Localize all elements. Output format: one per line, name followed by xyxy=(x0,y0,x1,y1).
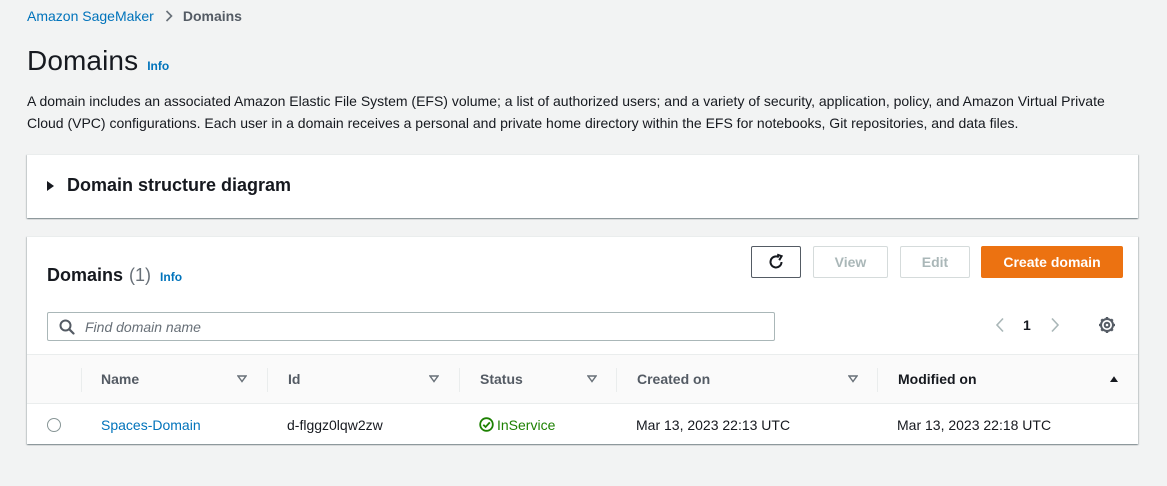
refresh-button[interactable] xyxy=(751,246,801,278)
domain-name-link[interactable]: Spaces-Domain xyxy=(101,404,201,445)
edit-button[interactable]: Edit xyxy=(900,246,970,278)
page-info-link[interactable]: Info xyxy=(147,59,169,73)
column-header-modified-on[interactable]: Modified on xyxy=(898,355,1123,403)
column-divider xyxy=(877,368,878,392)
domains-panel-header: Domains (1) Info xyxy=(47,265,182,286)
page-title: Domains xyxy=(27,45,139,76)
column-divider xyxy=(459,368,460,392)
column-header-label: Modified on xyxy=(898,371,977,387)
sort-caret-down-icon xyxy=(237,375,247,383)
domain-structure-diagram-panel: Domain structure diagram xyxy=(27,154,1138,218)
column-header-created-on[interactable]: Created on xyxy=(637,355,862,403)
column-header-label: Name xyxy=(101,371,140,387)
caret-right-icon xyxy=(47,180,54,191)
page-number-current[interactable]: 1 xyxy=(1023,317,1031,333)
column-divider xyxy=(616,368,617,392)
column-divider xyxy=(267,368,268,392)
gear-icon[interactable] xyxy=(1098,316,1116,334)
pagination: 1 xyxy=(995,317,1060,333)
domain-created-on: Mar 13, 2023 22:13 UTC xyxy=(636,416,791,433)
chevron-left-icon[interactable] xyxy=(995,317,1005,333)
success-check-icon xyxy=(479,417,494,432)
column-header-label: Status xyxy=(480,371,523,387)
sort-caret-up-icon xyxy=(1109,375,1119,383)
domains-info-link[interactable]: Info xyxy=(160,270,182,284)
page-description: A domain includes an associated Amazon E… xyxy=(27,93,1105,131)
column-header-status[interactable]: Status xyxy=(480,355,616,403)
domain-id: d-flggz0lqw2zw xyxy=(287,416,383,433)
domain-modified-on: Mar 13, 2023 22:18 UTC xyxy=(897,416,1052,433)
sort-caret-down-icon xyxy=(587,375,597,383)
status-badge: InService xyxy=(479,417,555,433)
diagram-expand-toggle[interactable]: Domain structure diagram xyxy=(47,175,291,196)
domains-count: (1) xyxy=(129,265,152,285)
sort-caret-down-icon xyxy=(429,375,439,383)
view-button[interactable]: View xyxy=(813,246,888,278)
refresh-icon xyxy=(767,253,785,271)
table-header: Name Id Status Created on Modified on xyxy=(27,354,1138,404)
row-select-cell xyxy=(47,404,61,445)
chevron-right-icon xyxy=(165,10,173,22)
table-row[interactable]: Spaces-Domain d-flggz0lqw2zw InService M… xyxy=(27,404,1138,445)
page-header: Domains Info xyxy=(27,45,169,77)
column-header-label: Id xyxy=(288,371,301,387)
sort-caret-down-icon xyxy=(848,375,858,383)
column-header-name[interactable]: Name xyxy=(101,355,266,403)
breadcrumb-link-sagemaker[interactable]: Amazon SageMaker xyxy=(27,8,154,24)
diagram-panel-title: Domain structure diagram xyxy=(67,175,292,195)
create-domain-button[interactable]: Create domain xyxy=(981,246,1123,278)
column-header-label: Created on xyxy=(637,371,711,387)
chevron-right-icon[interactable] xyxy=(1050,317,1060,333)
search-icon xyxy=(59,319,75,335)
domains-panel-title: Domains xyxy=(47,265,124,285)
column-divider xyxy=(81,368,82,392)
domains-table-panel: Domains (1) Info View Edit Create domain… xyxy=(27,236,1138,444)
search-box xyxy=(47,312,775,341)
status-text: InService xyxy=(497,416,556,433)
domain-status-cell: InService xyxy=(479,404,555,445)
breadcrumb-current: Domains xyxy=(182,8,242,24)
column-header-id[interactable]: Id xyxy=(288,355,458,403)
breadcrumb: Amazon SageMaker Domains xyxy=(27,8,242,24)
row-select-radio[interactable] xyxy=(47,417,61,432)
search-input[interactable] xyxy=(83,317,763,336)
